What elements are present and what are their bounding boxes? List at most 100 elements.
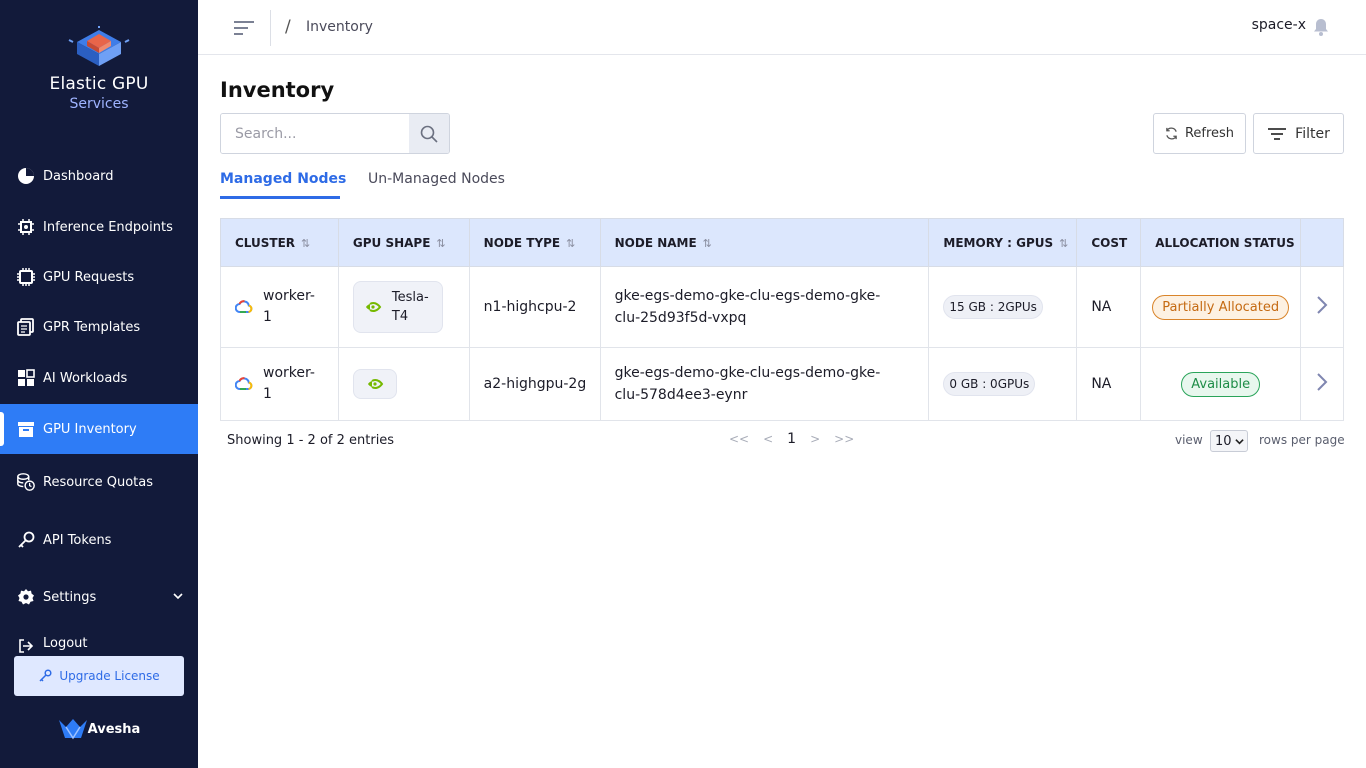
upgrade-license-button[interactable]: Upgrade License [14,656,184,696]
cell-node-name: gke-egs-demo-gke-clu-egs-demo-gke-clu-25… [599,266,930,348]
chevron-down-icon [172,590,184,606]
sidebar-item-dashboard[interactable]: Dashboard [0,156,198,196]
status-badge: Available [1181,371,1261,397]
page-title: Inventory [220,78,335,102]
cell-allocation-status: Available [1140,347,1302,421]
sort-icon[interactable]: ⇅ [703,237,712,250]
settings-icon [16,587,36,607]
table-row[interactable]: worker-1 a2-highgpu-2g gke-egs-demo-gke-… [220,347,1344,421]
sidebar-item-settings[interactable]: Settings [0,577,198,617]
sidebar-item-api-tokens[interactable]: API Tokens [0,520,198,560]
search-box [220,113,450,154]
refresh-button[interactable]: Refresh [1153,113,1246,154]
tab-managed-nodes[interactable]: Managed Nodes [220,171,346,187]
chevron-down-icon [1235,438,1244,444]
sort-icon[interactable]: ⇅ [1059,237,1068,250]
workloads-icon [16,368,36,388]
gpu-shape-chip [352,369,397,399]
active-tab-indicator [220,196,340,199]
row-expand-button[interactable] [1300,266,1344,348]
cell-gpu-shape [337,347,470,421]
refresh-label: Refresh [1184,126,1235,141]
sidebar-item-resource-quotas[interactable]: Resource Quotas [0,462,198,502]
elastic-gpu-logo-icon [68,26,130,66]
table-row[interactable]: worker-1 Tesla-T4 n1-highcpu-2 gke-egs-d… [220,266,1344,348]
header-memory-gpus[interactable]: MEMORY : GPUS ⇅ [928,218,1078,267]
entries-summary: Showing 1 - 2 of 2 entries [227,433,395,448]
cell-memory-gpus: 0 GB : 0GPUs [928,347,1078,421]
memory-gpus-chip: 15 GB : 2GPUs [943,295,1043,319]
sidebar-item-label: Inference Endpoints [43,219,173,235]
filter-icon [1268,127,1287,140]
cell-node-type: n1-highcpu-2 [468,266,601,348]
current-page[interactable]: 1 [787,431,796,447]
inventory-icon [16,419,36,439]
sidebar: Elastic GPU Services Dashboard Inference… [0,0,198,768]
templates-icon [16,317,36,337]
memory-gpus-chip: 0 GB : 0GPUs [943,372,1036,396]
cell-memory-gpus: 15 GB : 2GPUs [928,266,1078,348]
dashboard-icon [16,166,36,186]
search-button[interactable] [409,114,449,153]
prev-page-button[interactable]: < [763,432,773,446]
sidebar-item-label: Resource Quotas [43,474,154,490]
cell-cluster: worker-1 [220,347,339,421]
refresh-icon [1166,127,1177,140]
upgrade-license-label: Upgrade License [59,669,160,683]
sidebar-item-ai-workloads[interactable]: AI Workloads [0,358,198,398]
header-label: ALLOCATION STATUS [1155,235,1295,250]
filter-label: Filter [1295,125,1330,142]
header-actions [1300,218,1344,267]
google-cloud-icon [235,377,253,390]
sidebar-item-gpu-requests[interactable]: GPU Requests [0,257,198,297]
sidebar-item-label: GPU Requests [43,269,135,285]
user-name[interactable]: space-x [1252,17,1306,33]
avesha-label: Avesha [87,721,141,737]
tab-unmanaged-nodes[interactable]: Un-Managed Nodes [368,171,505,187]
row-expand-button[interactable] [1300,347,1344,421]
cluster-name: worker-1 [263,365,315,402]
header-cluster[interactable]: CLUSTER ⇅ [220,218,339,267]
menu-toggle-icon[interactable] [232,18,256,38]
cost-value: NA [1091,376,1112,392]
cell-gpu-shape: Tesla-T4 [337,266,470,348]
next-page-button[interactable]: > [810,432,820,446]
header-node-name[interactable]: NODE NAME ⇅ [599,218,930,267]
node-type: n1-highcpu-2 [483,298,577,315]
bell-icon[interactable] [1311,17,1331,37]
inference-icon [16,217,36,237]
chevron-right-icon [1317,373,1328,391]
header-label: NODE TYPE [483,235,561,250]
search-input[interactable] [221,114,410,153]
header-label: CLUSTER [235,235,296,250]
header-node-type[interactable]: NODE TYPE ⇅ [468,218,601,267]
avesha-logo-icon [58,719,87,740]
cell-cost: NA [1076,266,1142,348]
header-gpu-shape[interactable]: GPU SHAPE ⇅ [337,218,470,267]
gpu-shape-label: Tesla-T4 [391,290,429,324]
first-page-button[interactable]: << [729,432,749,446]
sort-icon[interactable]: ⇅ [566,237,575,250]
brand: Elastic GPU Services [0,26,198,112]
brand-title: Elastic GPU [49,74,149,94]
header-allocation-status: ALLOCATION STATUS [1140,218,1302,267]
header-label: MEMORY : GPUS [943,235,1054,250]
sidebar-item-inference-endpoints[interactable]: Inference Endpoints [0,207,198,247]
node-name: gke-egs-demo-gke-clu-egs-demo-gke-clu-25… [614,288,881,326]
sidebar-item-logout[interactable]: Logout [0,636,198,658]
sort-icon[interactable]: ⇅ [436,237,445,250]
filter-button[interactable]: Filter [1253,113,1344,154]
cell-cluster: worker-1 [220,266,339,348]
key-icon [39,669,52,682]
breadcrumb[interactable]: Inventory [306,19,373,35]
sidebar-item-gpu-inventory[interactable]: GPU Inventory [0,404,198,454]
cell-node-type: a2-highgpu-2g [468,347,601,421]
last-page-button[interactable]: >> [834,432,854,446]
rows-per-page-select[interactable]: 10 [1210,430,1248,452]
sort-icon[interactable]: ⇅ [301,237,310,250]
chevron-right-icon [1317,296,1328,314]
breadcrumb-separator: / [285,17,291,37]
sidebar-item-label: AI Workloads [43,370,128,386]
cell-node-name: gke-egs-demo-gke-clu-egs-demo-gke-clu-57… [599,347,930,421]
sidebar-item-gpr-templates[interactable]: GPR Templates [0,307,198,347]
